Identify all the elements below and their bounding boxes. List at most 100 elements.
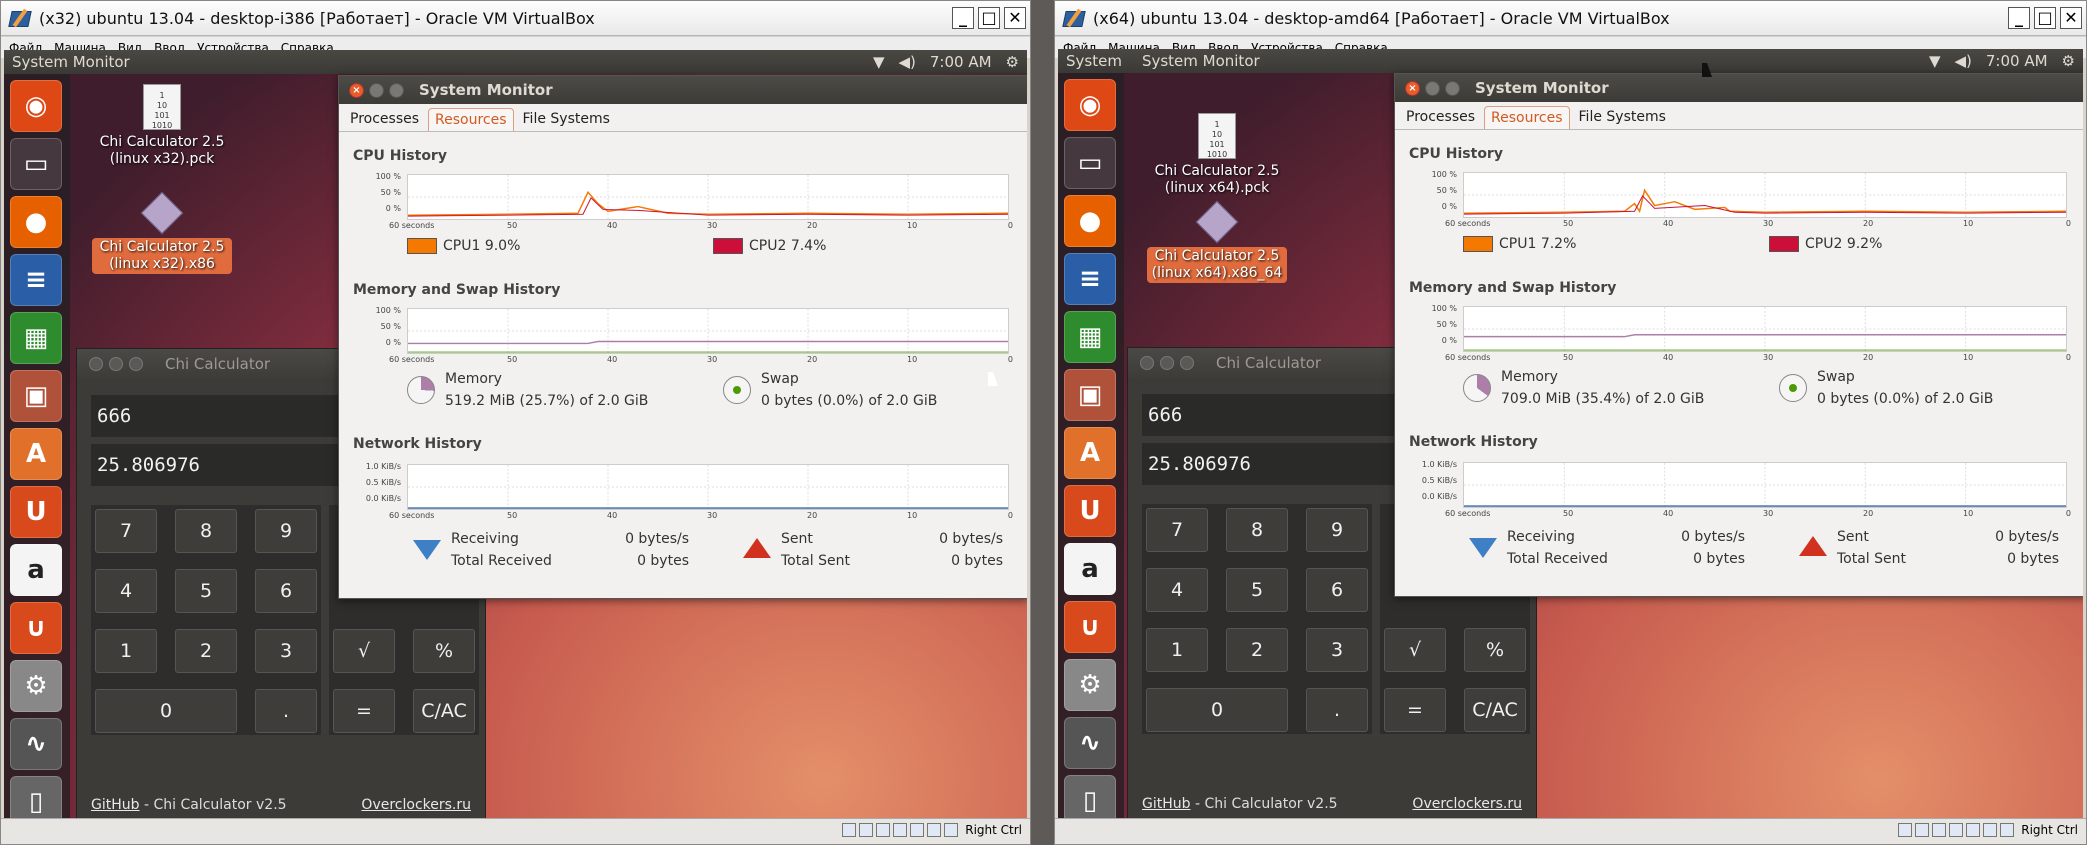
key-percent[interactable]: % (1464, 628, 1526, 672)
gear-icon[interactable]: ⚙ (1006, 53, 1019, 71)
key-9[interactable]: 9 (255, 509, 317, 553)
key-6[interactable]: 6 (1306, 568, 1368, 612)
maximize-button[interactable]: □ (978, 7, 1000, 29)
key-8[interactable]: 8 (175, 509, 237, 553)
files-icon[interactable]: ▭ (1064, 137, 1116, 189)
key-4[interactable]: 4 (1146, 568, 1208, 612)
sm-minimize-icon[interactable] (1425, 80, 1440, 96)
tab-processes[interactable]: Processes (1399, 105, 1482, 129)
shared-folders-icon[interactable] (1949, 823, 1964, 837)
firefox-icon[interactable]: ● (10, 196, 62, 248)
tab-file-systems[interactable]: File Systems (516, 107, 617, 131)
network-icon[interactable]: ▼ (1929, 52, 1941, 70)
ubuntu-one-icon[interactable]: U (10, 486, 62, 538)
key-3[interactable]: 3 (1306, 628, 1368, 672)
overclockers-link[interactable]: Overclockers.ru (1412, 796, 1522, 812)
key-sqrt[interactable]: √ (1384, 628, 1446, 672)
sent-arrow-icon[interactable] (743, 538, 771, 558)
close-button[interactable]: ✕ (2060, 7, 2082, 29)
key-9[interactable]: 9 (1306, 508, 1368, 552)
key-dot[interactable]: . (255, 689, 317, 733)
key-7[interactable]: 7 (1146, 508, 1208, 552)
key-4[interactable]: 4 (95, 569, 157, 613)
desktop-file-x86[interactable]: Chi Calculator 2.5 (linux x32).x86 (92, 190, 232, 274)
impress-icon[interactable]: ▣ (1064, 369, 1116, 421)
sm-maximize-icon[interactable] (389, 82, 404, 98)
sm-close-icon[interactable]: × (349, 82, 364, 98)
display-indicator-icon[interactable] (927, 823, 942, 837)
cd-indicator-icon[interactable] (859, 823, 874, 837)
hdd-indicator-icon[interactable] (1898, 823, 1913, 837)
calc-maximize-icon[interactable] (129, 357, 143, 371)
trash-icon[interactable]: ▯ (1064, 775, 1116, 818)
key-equals[interactable]: = (1384, 688, 1446, 732)
key-sqrt[interactable]: √ (333, 629, 395, 673)
mouse-integration-icon[interactable] (2000, 823, 2015, 837)
tab-resources[interactable]: Resources (1484, 106, 1570, 129)
amazon-icon[interactable]: a (1064, 543, 1116, 595)
minimize-button[interactable]: _ (2008, 7, 2030, 29)
impress-icon[interactable]: ▣ (10, 370, 62, 422)
software-center-icon[interactable]: A (1064, 427, 1116, 479)
key-3[interactable]: 3 (255, 629, 317, 673)
desktop-file-x86-64[interactable]: Chi Calculator 2.5 (linux x64).x86_64 (1147, 199, 1287, 283)
vm-titlebar[interactable]: (x32) ubuntu 13.04 - desktop-i386 [Работ… (1, 1, 1030, 36)
swap-pie-icon[interactable] (723, 376, 751, 404)
ubuntu-one-icon[interactable]: U (1064, 485, 1116, 537)
cpu1-color-button[interactable] (407, 238, 437, 254)
calc-minimize-icon[interactable] (1160, 356, 1174, 370)
overclockers-link[interactable]: Overclockers.ru (361, 797, 471, 813)
sm-minimize-icon[interactable] (369, 82, 384, 98)
trash-icon[interactable]: ▯ (10, 776, 62, 818)
desktop-file-pck[interactable]: 1 10 101 1010 Chi Calculator 2.5 (linux x32… (92, 84, 232, 168)
firefox-icon[interactable]: ● (1064, 195, 1116, 247)
display-indicator-icon[interactable] (1983, 823, 1998, 837)
system-monitor-titlebar[interactable]: × System Monitor (1395, 74, 2083, 102)
amazon-icon[interactable]: a (10, 544, 62, 596)
key-2[interactable]: 2 (1226, 628, 1288, 672)
system-settings-icon[interactable]: ⚙ (1064, 659, 1116, 711)
cd-indicator-icon[interactable] (1915, 823, 1930, 837)
writer-icon[interactable]: ≡ (10, 254, 62, 306)
key-2[interactable]: 2 (175, 629, 237, 673)
clock[interactable]: 7:00 AM (1986, 52, 2048, 70)
ubuntu-one-music-icon[interactable]: ∪ (10, 602, 62, 654)
swap-pie-icon[interactable] (1779, 374, 1807, 402)
desktop-file-pck[interactable]: 1 10 101 1010 Chi Calculator 2.5 (linux x64… (1147, 113, 1287, 197)
key-7[interactable]: 7 (95, 509, 157, 553)
vm-titlebar[interactable]: (x64) ubuntu 13.04 - desktop-amd64 [Рабо… (1055, 1, 2086, 36)
sent-arrow-icon[interactable] (1799, 536, 1827, 556)
key-dot[interactable]: . (1306, 688, 1368, 732)
system-settings-icon[interactable]: ⚙ (10, 660, 62, 712)
writer-icon[interactable]: ≡ (1064, 253, 1116, 305)
close-button[interactable]: ✕ (1004, 7, 1026, 29)
key-percent[interactable]: % (413, 629, 475, 673)
key-0[interactable]: 0 (1146, 688, 1288, 732)
github-link[interactable]: GitHub (91, 797, 140, 813)
github-link[interactable]: GitHub (1142, 796, 1191, 812)
usb-indicator-icon[interactable] (876, 823, 891, 837)
mouse-integration-icon[interactable] (944, 823, 959, 837)
receiving-arrow-icon[interactable] (413, 540, 441, 560)
network-icon[interactable]: ▼ (873, 53, 885, 71)
sm-close-icon[interactable]: × (1405, 80, 1420, 96)
system-monitor-launcher-icon[interactable]: ∿ (1064, 717, 1116, 769)
memory-pie-icon[interactable] (407, 376, 435, 404)
shared-folders-icon[interactable] (893, 823, 908, 837)
key-clear[interactable]: C/AC (1464, 688, 1526, 732)
key-5[interactable]: 5 (175, 569, 237, 613)
maximize-button[interactable]: □ (2034, 7, 2056, 29)
dash-home-icon[interactable]: ◉ (10, 80, 62, 132)
system-monitor-launcher-icon[interactable]: ∿ (10, 718, 62, 770)
network-indicator-icon[interactable] (1966, 823, 1981, 837)
calc-spreadsheet-icon[interactable]: ▦ (1064, 311, 1116, 363)
key-equals[interactable]: = (333, 689, 395, 733)
key-0[interactable]: 0 (95, 689, 237, 733)
minimize-button[interactable]: _ (952, 7, 974, 29)
key-1[interactable]: 1 (95, 629, 157, 673)
software-center-icon[interactable]: A (10, 428, 62, 480)
calc-maximize-icon[interactable] (1180, 356, 1194, 370)
gear-icon[interactable]: ⚙ (2062, 52, 2075, 70)
volume-icon[interactable]: ◀) (899, 53, 916, 71)
cpu2-color-button[interactable] (713, 238, 743, 254)
